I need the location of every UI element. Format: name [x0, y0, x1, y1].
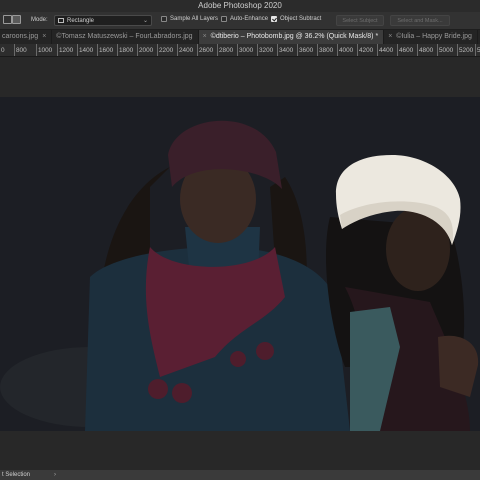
ruler-tick: 4200	[357, 44, 373, 56]
mode-value: Rectangle	[67, 17, 95, 24]
ruler-tick: 2600	[197, 44, 213, 56]
auto-enhance-label: Auto-Enhance	[230, 16, 269, 22]
title-bar: Adobe Photoshop 2020	[0, 0, 480, 12]
ruler-tick: 2800	[217, 44, 233, 56]
window-title: Adobe Photoshop 2020	[198, 1, 282, 10]
ruler-tick: 5	[475, 44, 480, 56]
status-bar: t Selection ›	[0, 470, 480, 480]
ruler-tick: 5200	[457, 44, 473, 56]
object-subtract-label: Object Subtract	[280, 16, 322, 22]
tab-caroons[interactable]: caroons.jpg ×	[0, 30, 53, 44]
ruler-tick: 1200	[57, 44, 73, 56]
ruler-tick: 3600	[297, 44, 313, 56]
ruler-tick: 2200	[157, 44, 173, 56]
mode-dropdown[interactable]: Rectangle ⌄	[54, 15, 152, 26]
ruler-tick: 1600	[97, 44, 113, 56]
ruler-tick: 3400	[277, 44, 293, 56]
auto-enhance-checkbox[interactable]: Auto-Enhance	[221, 16, 268, 22]
document-image[interactable]	[0, 97, 480, 431]
sample-all-layers-label: Sample All Layers	[170, 16, 219, 22]
object-subtract-checkbox[interactable]: Object Subtract	[271, 16, 321, 22]
expand-arrow-icon[interactable]: ›	[54, 470, 56, 480]
marquee-selection-icon[interactable]	[3, 15, 12, 24]
new-selection-icon[interactable]	[12, 15, 21, 24]
tab-label: caroons.jpg	[2, 33, 39, 40]
ruler-tick: 4400	[377, 44, 393, 56]
ruler-tick: 2000	[137, 44, 153, 56]
tab-four-labradors[interactable]: ©Tomasz Matuszewski – FourLabradors.jpg	[52, 30, 199, 44]
auto-enhance-box[interactable]	[221, 16, 227, 22]
status-label: t Selection	[2, 472, 31, 478]
rectangle-mode-icon	[58, 18, 64, 23]
sample-all-layers-box[interactable]	[161, 16, 167, 22]
ruler-tick: 1400	[77, 44, 93, 56]
sample-all-layers-checkbox[interactable]: Sample All Layers	[161, 16, 218, 22]
select-and-mask-button[interactable]: Select and Mask...	[390, 15, 450, 26]
tab-label: ©Tomasz Matuszewski – FourLabradors.jpg	[56, 33, 193, 40]
ruler-tick: 4600	[397, 44, 413, 56]
object-subtract-box[interactable]	[271, 16, 277, 22]
select-subject-button[interactable]: Select Subject	[336, 15, 384, 26]
ruler-tick: 5000	[437, 44, 453, 56]
ruler-tick: 1800	[117, 44, 133, 56]
ruler-tick: 800	[14, 44, 27, 56]
tab-label: ©Iulia – Happy Bride.jpg	[396, 33, 472, 40]
ruler-tick: 2400	[177, 44, 193, 56]
ruler-tick: 4800	[417, 44, 433, 56]
ruler-tick: 3800	[317, 44, 333, 56]
horizontal-ruler: 0 800 1000 1200 1400 1600 1800 2000 2200…	[0, 44, 480, 57]
tab-label: ©dtiberio – Photobomb.jpg @ 36.2% (Quick…	[210, 33, 379, 40]
ruler-tick: 0	[1, 47, 5, 54]
document-tabs: caroons.jpg × ©Tomasz Matuszewski – Four…	[0, 30, 480, 44]
tab-photobomb[interactable]: × ©dtiberio – Photobomb.jpg @ 36.2% (Qui…	[198, 30, 385, 44]
ruler-tick: 1000	[36, 44, 52, 56]
ruler-tick: 3000	[237, 44, 253, 56]
chevron-down-icon: ⌄	[142, 18, 148, 24]
close-icon[interactable]: ×	[42, 30, 46, 44]
ruler-tick: 4000	[337, 44, 353, 56]
close-icon[interactable]: ×	[203, 30, 207, 44]
mode-label: Mode:	[31, 17, 48, 23]
close-icon[interactable]: ×	[388, 30, 392, 44]
tab-happy-bride[interactable]: × ©Iulia – Happy Bride.jpg	[384, 30, 478, 44]
options-bar: Mode: Rectangle ⌄ Sample All Layers Auto…	[0, 12, 480, 30]
ruler-tick: 3200	[257, 44, 273, 56]
